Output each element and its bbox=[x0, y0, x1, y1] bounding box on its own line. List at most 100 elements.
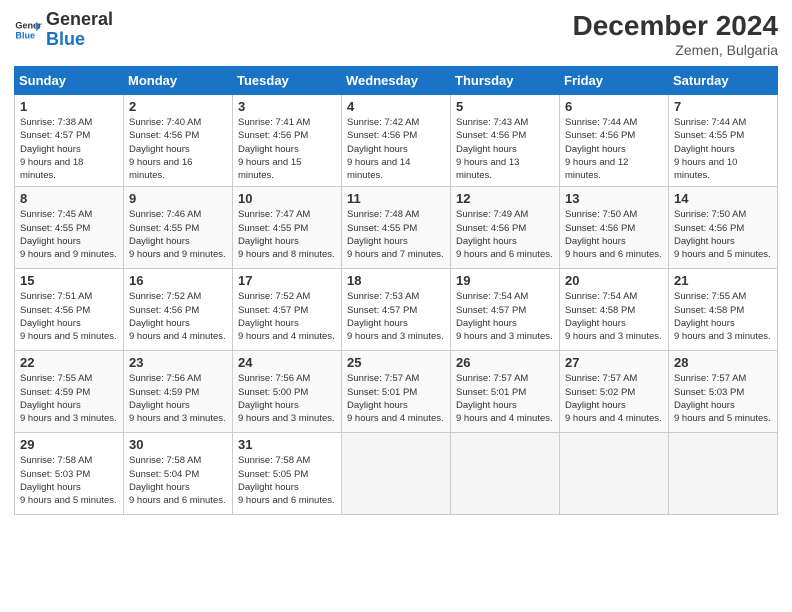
calendar-cell: 15 Sunrise: 7:51 AM Sunset: 4:56 PM Dayl… bbox=[15, 269, 124, 351]
day-number: 5 bbox=[456, 99, 554, 114]
calendar-cell: 3 Sunrise: 7:41 AM Sunset: 4:56 PM Dayli… bbox=[233, 95, 342, 187]
logo-blue: Blue bbox=[46, 30, 113, 50]
calendar-cell: 30 Sunrise: 7:58 AM Sunset: 5:04 PM Dayl… bbox=[124, 433, 233, 515]
day-number: 1 bbox=[20, 99, 118, 114]
week-row-5: 29 Sunrise: 7:58 AM Sunset: 5:03 PM Dayl… bbox=[15, 433, 778, 515]
day-info: Sunrise: 7:43 AM Sunset: 4:56 PM Dayligh… bbox=[456, 116, 554, 182]
day-number: 3 bbox=[238, 99, 336, 114]
calendar-cell: 4 Sunrise: 7:42 AM Sunset: 4:56 PM Dayli… bbox=[342, 95, 451, 187]
day-info: Sunrise: 7:47 AM Sunset: 4:55 PM Dayligh… bbox=[238, 208, 336, 261]
calendar-cell: 13 Sunrise: 7:50 AM Sunset: 4:56 PM Dayl… bbox=[560, 187, 669, 269]
calendar-cell: 2 Sunrise: 7:40 AM Sunset: 4:56 PM Dayli… bbox=[124, 95, 233, 187]
calendar-cell: 20 Sunrise: 7:54 AM Sunset: 4:58 PM Dayl… bbox=[560, 269, 669, 351]
calendar-cell: 26 Sunrise: 7:57 AM Sunset: 5:01 PM Dayl… bbox=[451, 351, 560, 433]
col-monday: Monday bbox=[124, 67, 233, 95]
calendar-cell: 24 Sunrise: 7:56 AM Sunset: 5:00 PM Dayl… bbox=[233, 351, 342, 433]
calendar-cell bbox=[560, 433, 669, 515]
calendar-cell: 8 Sunrise: 7:45 AM Sunset: 4:55 PM Dayli… bbox=[15, 187, 124, 269]
location: Zemen, Bulgaria bbox=[573, 42, 778, 58]
day-info: Sunrise: 7:50 AM Sunset: 4:56 PM Dayligh… bbox=[674, 208, 772, 261]
page-container: General Blue General Blue December 2024 … bbox=[0, 0, 792, 525]
day-number: 23 bbox=[129, 355, 227, 370]
calendar-cell: 22 Sunrise: 7:55 AM Sunset: 4:59 PM Dayl… bbox=[15, 351, 124, 433]
day-number: 6 bbox=[565, 99, 663, 114]
svg-text:Blue: Blue bbox=[15, 30, 35, 40]
day-number: 30 bbox=[129, 437, 227, 452]
day-info: Sunrise: 7:38 AM Sunset: 4:57 PM Dayligh… bbox=[20, 116, 118, 182]
day-info: Sunrise: 7:41 AM Sunset: 4:56 PM Dayligh… bbox=[238, 116, 336, 182]
day-info: Sunrise: 7:54 AM Sunset: 4:57 PM Dayligh… bbox=[456, 290, 554, 343]
week-row-4: 22 Sunrise: 7:55 AM Sunset: 4:59 PM Dayl… bbox=[15, 351, 778, 433]
calendar-cell: 21 Sunrise: 7:55 AM Sunset: 4:58 PM Dayl… bbox=[669, 269, 778, 351]
calendar-cell: 1 Sunrise: 7:38 AM Sunset: 4:57 PM Dayli… bbox=[15, 95, 124, 187]
day-number: 24 bbox=[238, 355, 336, 370]
day-info: Sunrise: 7:44 AM Sunset: 4:55 PM Dayligh… bbox=[674, 116, 772, 182]
day-number: 26 bbox=[456, 355, 554, 370]
logo-general: General bbox=[46, 10, 113, 30]
calendar-cell bbox=[669, 433, 778, 515]
day-info: Sunrise: 7:46 AM Sunset: 4:55 PM Dayligh… bbox=[129, 208, 227, 261]
day-number: 9 bbox=[129, 191, 227, 206]
day-number: 29 bbox=[20, 437, 118, 452]
day-info: Sunrise: 7:40 AM Sunset: 4:56 PM Dayligh… bbox=[129, 116, 227, 182]
day-info: Sunrise: 7:52 AM Sunset: 4:57 PM Dayligh… bbox=[238, 290, 336, 343]
day-number: 12 bbox=[456, 191, 554, 206]
calendar-cell bbox=[451, 433, 560, 515]
calendar-cell: 28 Sunrise: 7:57 AM Sunset: 5:03 PM Dayl… bbox=[669, 351, 778, 433]
calendar-cell bbox=[342, 433, 451, 515]
day-number: 18 bbox=[347, 273, 445, 288]
week-row-1: 1 Sunrise: 7:38 AM Sunset: 4:57 PM Dayli… bbox=[15, 95, 778, 187]
header-row: Sunday Monday Tuesday Wednesday Thursday… bbox=[15, 67, 778, 95]
calendar-cell: 17 Sunrise: 7:52 AM Sunset: 4:57 PM Dayl… bbox=[233, 269, 342, 351]
day-info: Sunrise: 7:48 AM Sunset: 4:55 PM Dayligh… bbox=[347, 208, 445, 261]
day-info: Sunrise: 7:56 AM Sunset: 5:00 PM Dayligh… bbox=[238, 372, 336, 425]
day-info: Sunrise: 7:58 AM Sunset: 5:03 PM Dayligh… bbox=[20, 454, 118, 507]
week-row-2: 8 Sunrise: 7:45 AM Sunset: 4:55 PM Dayli… bbox=[15, 187, 778, 269]
col-tuesday: Tuesday bbox=[233, 67, 342, 95]
day-number: 21 bbox=[674, 273, 772, 288]
day-number: 14 bbox=[674, 191, 772, 206]
week-row-3: 15 Sunrise: 7:51 AM Sunset: 4:56 PM Dayl… bbox=[15, 269, 778, 351]
day-info: Sunrise: 7:55 AM Sunset: 4:59 PM Dayligh… bbox=[20, 372, 118, 425]
day-number: 15 bbox=[20, 273, 118, 288]
calendar-table: Sunday Monday Tuesday Wednesday Thursday… bbox=[14, 66, 778, 515]
day-number: 7 bbox=[674, 99, 772, 114]
day-info: Sunrise: 7:55 AM Sunset: 4:58 PM Dayligh… bbox=[674, 290, 772, 343]
calendar-cell: 31 Sunrise: 7:58 AM Sunset: 5:05 PM Dayl… bbox=[233, 433, 342, 515]
day-info: Sunrise: 7:58 AM Sunset: 5:04 PM Dayligh… bbox=[129, 454, 227, 507]
day-number: 19 bbox=[456, 273, 554, 288]
logo-icon: General Blue bbox=[14, 16, 42, 44]
calendar-cell: 10 Sunrise: 7:47 AM Sunset: 4:55 PM Dayl… bbox=[233, 187, 342, 269]
day-info: Sunrise: 7:54 AM Sunset: 4:58 PM Dayligh… bbox=[565, 290, 663, 343]
calendar-cell: 27 Sunrise: 7:57 AM Sunset: 5:02 PM Dayl… bbox=[560, 351, 669, 433]
day-info: Sunrise: 7:57 AM Sunset: 5:01 PM Dayligh… bbox=[347, 372, 445, 425]
day-info: Sunrise: 7:57 AM Sunset: 5:02 PM Dayligh… bbox=[565, 372, 663, 425]
day-info: Sunrise: 7:56 AM Sunset: 4:59 PM Dayligh… bbox=[129, 372, 227, 425]
calendar-cell: 14 Sunrise: 7:50 AM Sunset: 4:56 PM Dayl… bbox=[669, 187, 778, 269]
calendar-cell: 16 Sunrise: 7:52 AM Sunset: 4:56 PM Dayl… bbox=[124, 269, 233, 351]
day-info: Sunrise: 7:45 AM Sunset: 4:55 PM Dayligh… bbox=[20, 208, 118, 261]
day-info: Sunrise: 7:52 AM Sunset: 4:56 PM Dayligh… bbox=[129, 290, 227, 343]
day-number: 4 bbox=[347, 99, 445, 114]
calendar-cell: 5 Sunrise: 7:43 AM Sunset: 4:56 PM Dayli… bbox=[451, 95, 560, 187]
day-info: Sunrise: 7:51 AM Sunset: 4:56 PM Dayligh… bbox=[20, 290, 118, 343]
calendar-cell: 7 Sunrise: 7:44 AM Sunset: 4:55 PM Dayli… bbox=[669, 95, 778, 187]
calendar-cell: 18 Sunrise: 7:53 AM Sunset: 4:57 PM Dayl… bbox=[342, 269, 451, 351]
day-number: 27 bbox=[565, 355, 663, 370]
calendar-cell: 9 Sunrise: 7:46 AM Sunset: 4:55 PM Dayli… bbox=[124, 187, 233, 269]
day-number: 13 bbox=[565, 191, 663, 206]
day-number: 2 bbox=[129, 99, 227, 114]
day-info: Sunrise: 7:44 AM Sunset: 4:56 PM Dayligh… bbox=[565, 116, 663, 182]
day-number: 16 bbox=[129, 273, 227, 288]
col-saturday: Saturday bbox=[669, 67, 778, 95]
col-thursday: Thursday bbox=[451, 67, 560, 95]
col-sunday: Sunday bbox=[15, 67, 124, 95]
day-info: Sunrise: 7:57 AM Sunset: 5:03 PM Dayligh… bbox=[674, 372, 772, 425]
calendar-cell: 12 Sunrise: 7:49 AM Sunset: 4:56 PM Dayl… bbox=[451, 187, 560, 269]
day-info: Sunrise: 7:49 AM Sunset: 4:56 PM Dayligh… bbox=[456, 208, 554, 261]
calendar-cell: 11 Sunrise: 7:48 AM Sunset: 4:55 PM Dayl… bbox=[342, 187, 451, 269]
col-friday: Friday bbox=[560, 67, 669, 95]
calendar-cell: 25 Sunrise: 7:57 AM Sunset: 5:01 PM Dayl… bbox=[342, 351, 451, 433]
page-header: General Blue General Blue December 2024 … bbox=[14, 10, 778, 58]
day-number: 20 bbox=[565, 273, 663, 288]
